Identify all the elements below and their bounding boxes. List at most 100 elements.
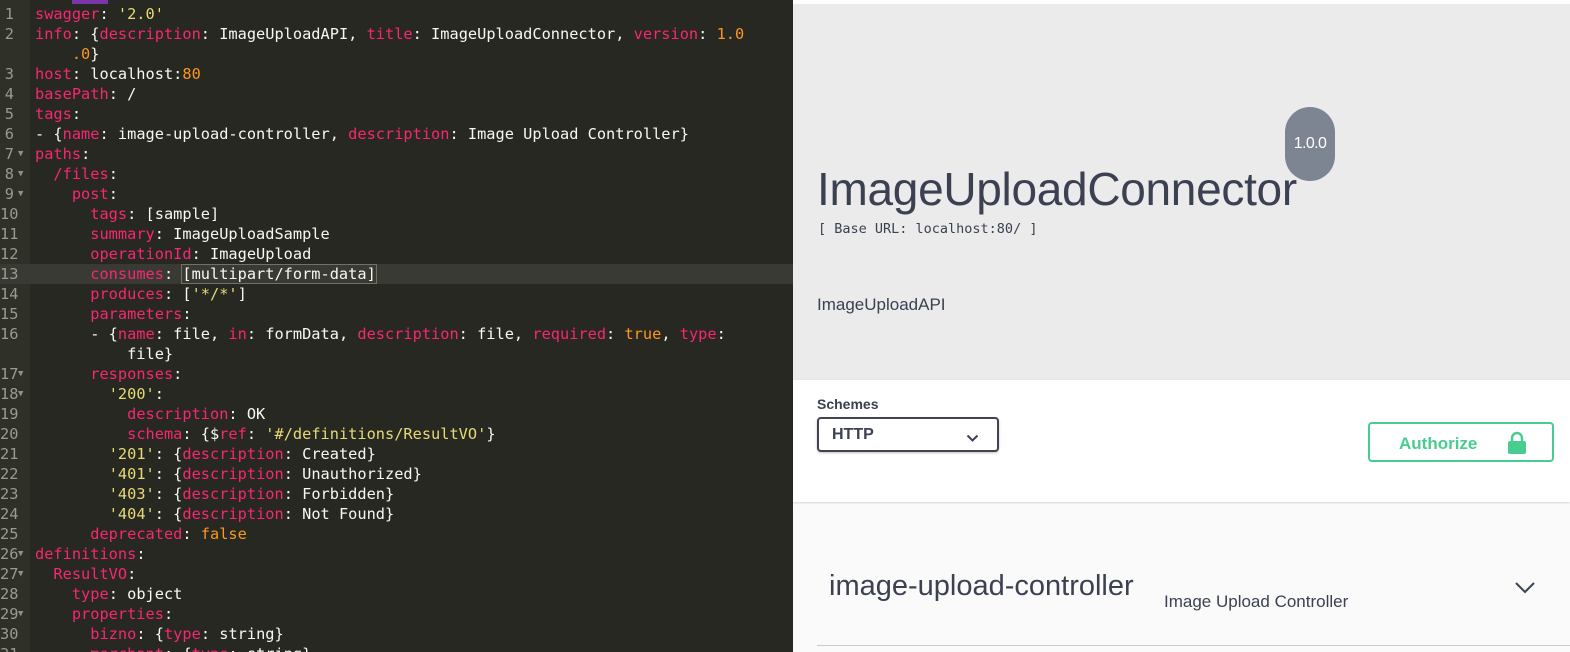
chevron-down-icon (966, 428, 979, 447)
chevron-down-icon[interactable] (1514, 580, 1536, 599)
base-url: [ Base URL: localhost:80/ ] (818, 221, 1038, 237)
schemes-select[interactable]: HTTP (817, 417, 999, 452)
code-line[interactable]: 8 ▼ /files: (0, 164, 793, 184)
code-line[interactable]: file} (0, 344, 793, 364)
code-text: post: (35, 184, 118, 204)
code-line[interactable]: 29 ▼ properties: (0, 604, 793, 624)
triangle-down-icon[interactable]: ▼ (18, 564, 23, 584)
code-line[interactable]: 5 tags: (0, 104, 793, 124)
code-text: description: OK (35, 404, 265, 424)
code-line[interactable]: 22 '401': {description: Unauthorized} (0, 464, 793, 484)
scheme-container: Schemes HTTP Authorize (793, 380, 1570, 502)
triangle-down-icon[interactable]: ▼ (18, 184, 23, 204)
yaml-key: properties (71, 605, 164, 623)
code-line[interactable]: 25 deprecated: false (0, 524, 793, 544)
yaml-key: definitions (35, 545, 137, 563)
yaml-key: description (182, 465, 284, 483)
code-line[interactable]: 12 operationId: ImageUpload (0, 244, 793, 264)
yaml-key: post (71, 185, 109, 203)
code-line[interactable]: 7 ▼ paths: (0, 144, 793, 164)
api-description: ImageUploadAPI (817, 295, 946, 314)
code-line-active[interactable]: 13 consumes: [multipart/form-data] (0, 264, 793, 284)
yaml-text (35, 485, 109, 503)
code-line[interactable]: 30 bizno: {type: string} (0, 624, 793, 644)
code-line[interactable]: 9 ▼ post: (0, 184, 793, 204)
yaml-text (35, 505, 109, 523)
code-text: operationId: ImageUpload (35, 244, 311, 264)
tag-divider (817, 645, 1570, 646)
triangle-down-icon[interactable]: ▼ (18, 604, 23, 624)
code-line[interactable]: .0} (0, 44, 793, 64)
triangle-down-icon[interactable]: ▼ (18, 544, 23, 564)
code-line[interactable]: 3 host: localhost:80 (0, 64, 793, 84)
yaml-key: description (99, 25, 201, 43)
yaml-key: name (62, 125, 100, 143)
code-line[interactable]: 14 produces: ['*/*'] (0, 284, 793, 304)
code-text: - {name: file, in: formData, description… (35, 324, 726, 344)
yaml-key: deprecated (90, 525, 183, 543)
yaml-string: '201' (108, 445, 155, 463)
code-line[interactable]: 23 '403': {description: Forbidden} (0, 484, 793, 504)
yaml-text: : { (154, 485, 183, 503)
tag-name[interactable]: image-upload-controller (829, 570, 1134, 603)
yaml-text: - { (35, 325, 118, 343)
code-line[interactable]: 4 basePath: / (0, 84, 793, 104)
code-text: summary: ImageUploadSample (35, 224, 329, 244)
code-line[interactable]: 18 ▼ '200': (0, 384, 793, 404)
code-text: deprecated: false (35, 524, 247, 544)
code-text: '401': {description: Unauthorized} (35, 464, 422, 484)
code-line[interactable]: 11 summary: ImageUploadSample (0, 224, 793, 244)
code-text: parameters: (35, 304, 191, 324)
yaml-text: : (606, 325, 625, 343)
yaml-key: type (679, 325, 717, 343)
line-number: 30 (0, 625, 19, 643)
yaml-text: : {$ (182, 425, 220, 443)
code-line[interactable]: 31 merchant: {type: string} (0, 644, 793, 652)
yaml-text: : (716, 325, 726, 343)
yaml-text: : { (154, 505, 183, 523)
code-text: basePath: / (35, 84, 136, 104)
yaml-editor[interactable]: 1 swagger: '2.0' 2 info: {description: Imag… (0, 0, 793, 652)
authorize-button[interactable]: Authorize (1368, 422, 1554, 462)
code-line[interactable]: 27 ▼ ResultVO: (0, 564, 793, 584)
code-text: tags: [sample] (35, 204, 219, 224)
code-text: merchant: {type: string} (35, 644, 311, 652)
line-number: 26 (0, 545, 19, 563)
triangle-down-icon[interactable]: ▼ (18, 144, 23, 164)
code-line[interactable]: 2 info: {description: ImageUploadAPI, tit… (0, 24, 793, 44)
code-line[interactable]: 24 '404': {description: Not Found} (0, 504, 793, 524)
yaml-text: : (99, 5, 118, 23)
yaml-text: : (127, 565, 137, 583)
code-line[interactable]: 15 parameters: (0, 304, 793, 324)
yaml-literal: false (200, 525, 247, 543)
yaml-key: description (182, 445, 284, 463)
tag-section[interactable]: image-upload-controller Image Upload Con… (817, 544, 1570, 646)
code-line[interactable]: 10 tags: [sample] (0, 204, 793, 224)
yaml-text (35, 405, 127, 423)
line-number: 13 (0, 265, 19, 283)
code-line[interactable]: 20 schema: {$ref: '#/definitions/ResultV… (0, 424, 793, 444)
yaml-text: : (108, 165, 118, 183)
yaml-text (35, 225, 90, 243)
code-line[interactable]: 17 ▼ responses: (0, 364, 793, 384)
code-line[interactable]: 16 - {name: file, in: formData, descript… (0, 324, 793, 344)
yaml-text: , (661, 325, 680, 343)
triangle-down-icon[interactable]: ▼ (18, 364, 23, 384)
yaml-text: : Created} (283, 445, 376, 463)
triangle-down-icon[interactable]: ▼ (18, 384, 23, 404)
version-badge: 1.0.0 (1285, 107, 1335, 181)
yaml-text: : { (71, 25, 100, 43)
triangle-down-icon[interactable]: ▼ (18, 164, 23, 184)
code-line[interactable]: 1 swagger: '2.0' (0, 4, 793, 24)
schemes-selected-value: HTTP (832, 426, 874, 443)
code-line[interactable]: 26 ▼ definitions: (0, 544, 793, 564)
code-line[interactable]: 6 - {name: image-upload-controller, descr… (0, 124, 793, 144)
code-area[interactable]: 1 swagger: '2.0' 2 info: {description: Imag… (0, 4, 793, 652)
line-number: 7 (4, 145, 14, 163)
yaml-text: } (90, 45, 100, 63)
code-text: - {name: image-upload-controller, descri… (35, 124, 689, 144)
code-line[interactable]: 19 description: OK (0, 404, 793, 424)
code-line[interactable]: 28 type: object (0, 584, 793, 604)
code-line[interactable]: 21 '201': {description: Created} (0, 444, 793, 464)
yaml-text: : { (136, 625, 164, 643)
